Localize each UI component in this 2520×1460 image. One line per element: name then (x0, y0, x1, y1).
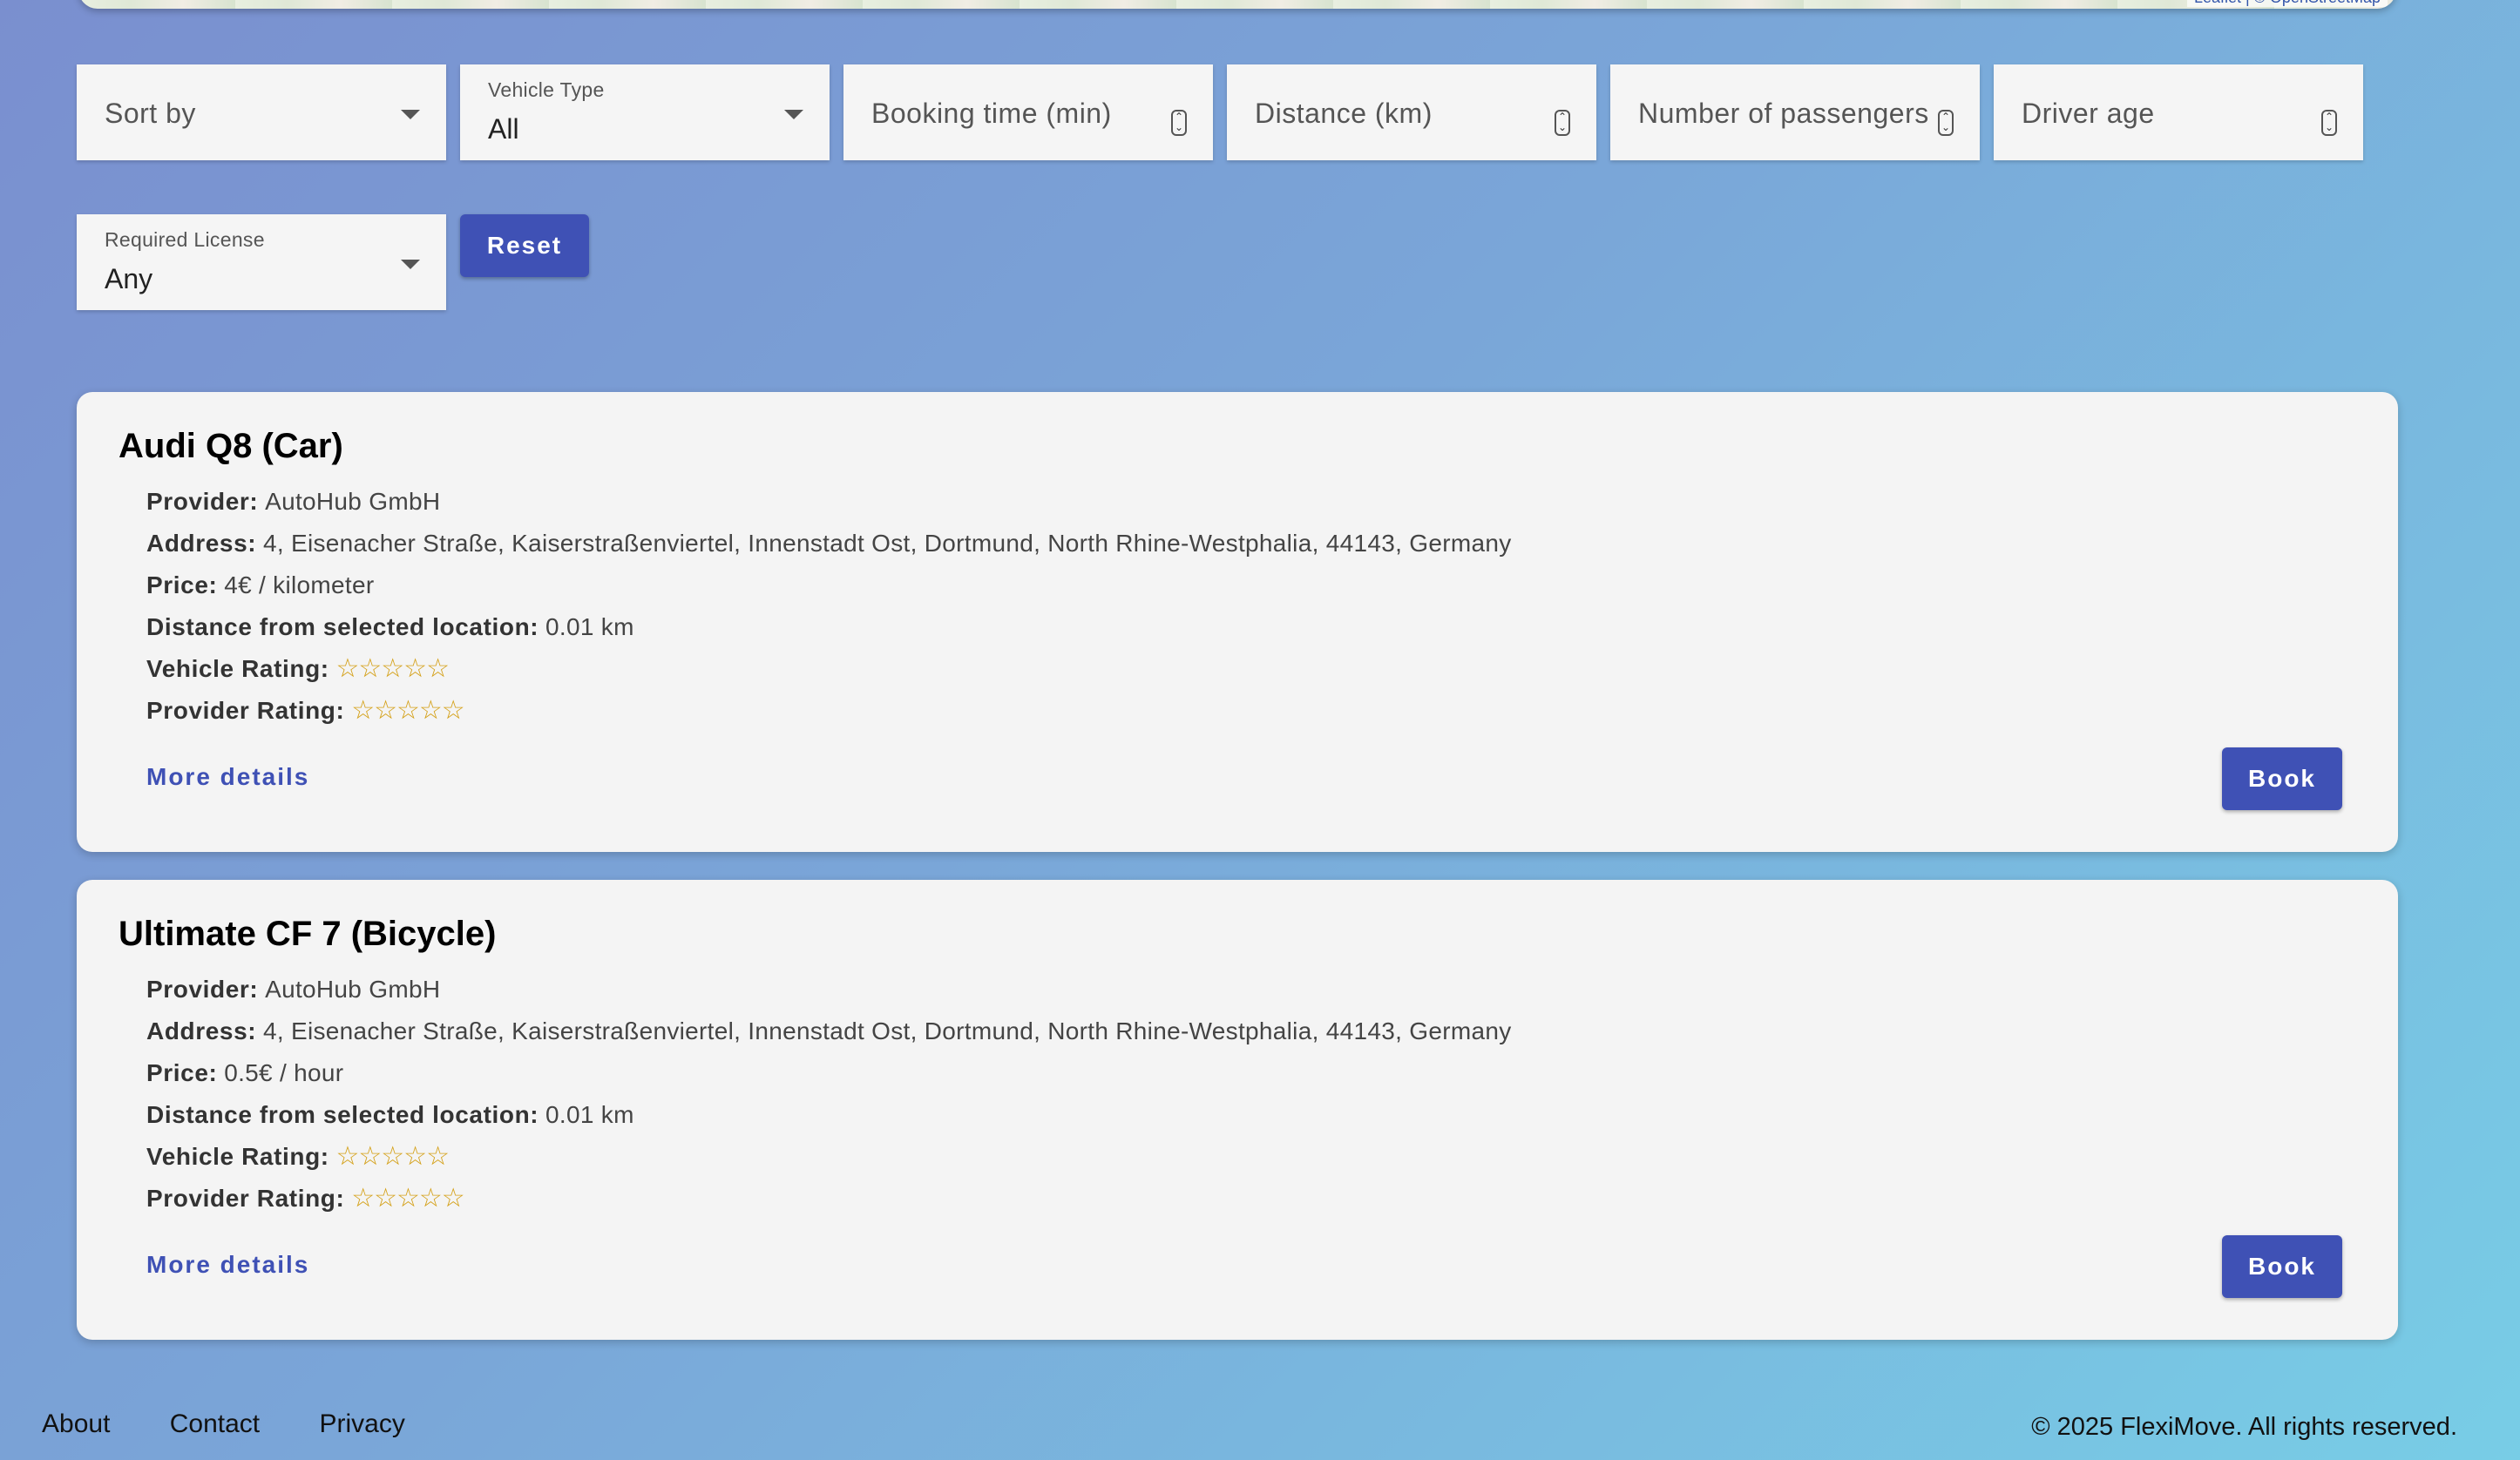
price-row: Price: 4€ / kilometer (146, 564, 1512, 606)
chevron-down-icon (401, 260, 420, 269)
number-spinner-icon[interactable]: ⌃ ⌄ (2321, 110, 2337, 136)
distance-value: 0.01 km (545, 613, 634, 640)
provider-rating-row: Provider Rating: ☆☆☆☆☆ (146, 1178, 1512, 1220)
distance-placeholder: Distance (km) (1255, 98, 1433, 129)
more-details-link[interactable]: More details (146, 1251, 309, 1279)
price-label: Price: (146, 1059, 218, 1086)
distance-input[interactable]: Distance (km) ⌃ ⌄ (1227, 64, 1596, 160)
driver-age-input[interactable]: Driver age ⌃ ⌄ (1994, 64, 2363, 160)
address-value: 4, Eisenacher Straße, Kaiserstraßenviert… (262, 1017, 1512, 1044)
vehicle-type-select[interactable]: Vehicle Type All (460, 64, 830, 160)
passengers-placeholder: Number of passengers (1638, 98, 1929, 129)
required-license-label: Required License (105, 228, 265, 251)
star-rating-icon: ☆☆☆☆☆ (351, 1184, 464, 1213)
price-value: 0.5€ / hour (224, 1059, 344, 1086)
distance-label: Distance from selected location: (146, 1101, 539, 1128)
booking-time-placeholder: Booking time (min) (871, 98, 1112, 129)
required-license-value: Any (105, 263, 153, 294)
address-row: Address: 4, Eisenacher Straße, Kaiserstr… (146, 523, 1512, 564)
provider-rating-row: Provider Rating: ☆☆☆☆☆ (146, 690, 1512, 732)
chevron-down-icon (784, 110, 803, 119)
price-value: 4€ / kilometer (224, 571, 375, 598)
sort-by-placeholder: Sort by (105, 98, 196, 129)
reset-button[interactable]: Reset (460, 214, 589, 277)
listing-card: Audi Q8 (Car) Provider: AutoHub GmbH Add… (77, 392, 2398, 852)
vehicle-type-label: Vehicle Type (488, 78, 605, 101)
star-rating-icon: ☆☆☆☆☆ (351, 696, 464, 725)
copyright-text: © 2025 FlexiMove. All rights reserved. (2031, 1413, 2457, 1441)
passengers-input[interactable]: Number of passengers ⌃ ⌄ (1610, 64, 1980, 160)
number-spinner-icon[interactable]: ⌃ ⌄ (1555, 110, 1570, 136)
distance-row: Distance from selected location: 0.01 km (146, 606, 1512, 648)
number-spinner-icon[interactable]: ⌃ ⌄ (1938, 110, 1954, 136)
distance-row: Distance from selected location: 0.01 km (146, 1094, 1512, 1136)
distance-value: 0.01 km (545, 1101, 634, 1128)
provider-value: AutoHub GmbH (265, 488, 441, 515)
star-rating-icon: ☆☆☆☆☆ (335, 654, 450, 683)
address-row: Address: 4, Eisenacher Straße, Kaiserstr… (146, 1011, 1512, 1052)
provider-label: Provider: (146, 488, 259, 515)
address-label: Address: (146, 1017, 257, 1044)
booking-time-input[interactable]: Booking time (min) ⌃ ⌄ (843, 64, 1213, 160)
footer-nav: About Contact Privacy (42, 1409, 457, 1439)
footer-link-contact[interactable]: Contact (170, 1409, 260, 1438)
chevron-down-icon (401, 110, 420, 119)
vehicle-rating-label: Vehicle Rating: (146, 655, 329, 682)
provider-value: AutoHub GmbH (265, 976, 441, 1003)
price-row: Price: 0.5€ / hour (146, 1052, 1512, 1094)
footer-link-privacy[interactable]: Privacy (319, 1409, 404, 1438)
map-view[interactable]: Leaflet | © OpenStreetMap (78, 0, 2396, 9)
book-button[interactable]: Book (2222, 747, 2342, 810)
book-button[interactable]: Book (2222, 1235, 2342, 1298)
price-label: Price: (146, 571, 218, 598)
map-attribution[interactable]: Leaflet | © OpenStreetMap (2186, 0, 2388, 7)
provider-label: Provider: (146, 976, 259, 1003)
more-details-link[interactable]: More details (146, 763, 309, 791)
address-value: 4, Eisenacher Straße, Kaiserstraßenviert… (262, 530, 1512, 557)
listing-card: Ultimate CF 7 (Bicycle) Provider: AutoHu… (77, 880, 2398, 1340)
distance-label: Distance from selected location: (146, 613, 539, 640)
vehicle-rating-row: Vehicle Rating: ☆☆☆☆☆ (146, 648, 1512, 690)
sort-by-select[interactable]: Sort by (77, 64, 446, 160)
star-rating-icon: ☆☆☆☆☆ (335, 1142, 450, 1171)
footer-link-about[interactable]: About (42, 1409, 110, 1438)
vehicle-rating-label: Vehicle Rating: (146, 1143, 329, 1170)
vehicle-rating-row: Vehicle Rating: ☆☆☆☆☆ (146, 1136, 1512, 1178)
provider-rating-label: Provider Rating: (146, 1185, 345, 1212)
listing-title: Ultimate CF 7 (Bicycle) (119, 915, 497, 953)
number-spinner-icon[interactable]: ⌃ ⌄ (1171, 110, 1187, 136)
address-label: Address: (146, 530, 257, 557)
provider-rating-label: Provider Rating: (146, 697, 345, 724)
required-license-select[interactable]: Required License Any (77, 214, 446, 310)
driver-age-placeholder: Driver age (2022, 98, 2155, 129)
provider-row: Provider: AutoHub GmbH (146, 481, 1512, 523)
vehicle-type-value: All (488, 113, 519, 145)
provider-row: Provider: AutoHub GmbH (146, 969, 1512, 1011)
listing-title: Audi Q8 (Car) (119, 427, 343, 465)
